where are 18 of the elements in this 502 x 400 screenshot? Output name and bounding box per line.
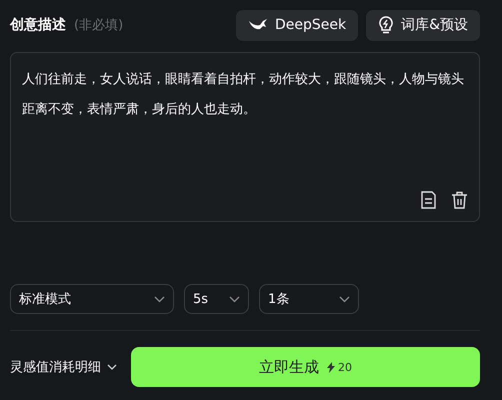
section-title: 创意描述 [10, 16, 66, 34]
library-button[interactable]: 词库&预设 [366, 10, 480, 40]
dropdown[interactable]: 5s [184, 284, 249, 314]
description-field[interactable]: 人们往前走，女人说话，眼睛看着自拍杆，动作较大，跟随镜头，人物与镜头距离不变，表情严肃，身后的人也走动。 [10, 52, 480, 222]
optional-hint: (非必填) [74, 17, 124, 34]
chevron-down-icon [154, 296, 165, 302]
save-icon[interactable] [420, 191, 437, 209]
chevron-down-icon [339, 296, 350, 302]
chevron-down-icon [229, 296, 240, 302]
dropdown[interactable]: 标准模式 [10, 284, 174, 314]
chevron-down-icon [107, 364, 117, 370]
lightbulb-icon [378, 16, 394, 34]
dropdown[interactable]: 1条 [259, 284, 359, 314]
deepseek-button[interactable]: DeepSeek [236, 10, 358, 40]
generate-button[interactable]: 立即生成 20 [131, 347, 480, 387]
lightning-icon [327, 362, 335, 372]
trash-icon[interactable] [451, 191, 468, 209]
cost-details-toggle[interactable]: 灵感值消耗明细 [10, 358, 117, 376]
